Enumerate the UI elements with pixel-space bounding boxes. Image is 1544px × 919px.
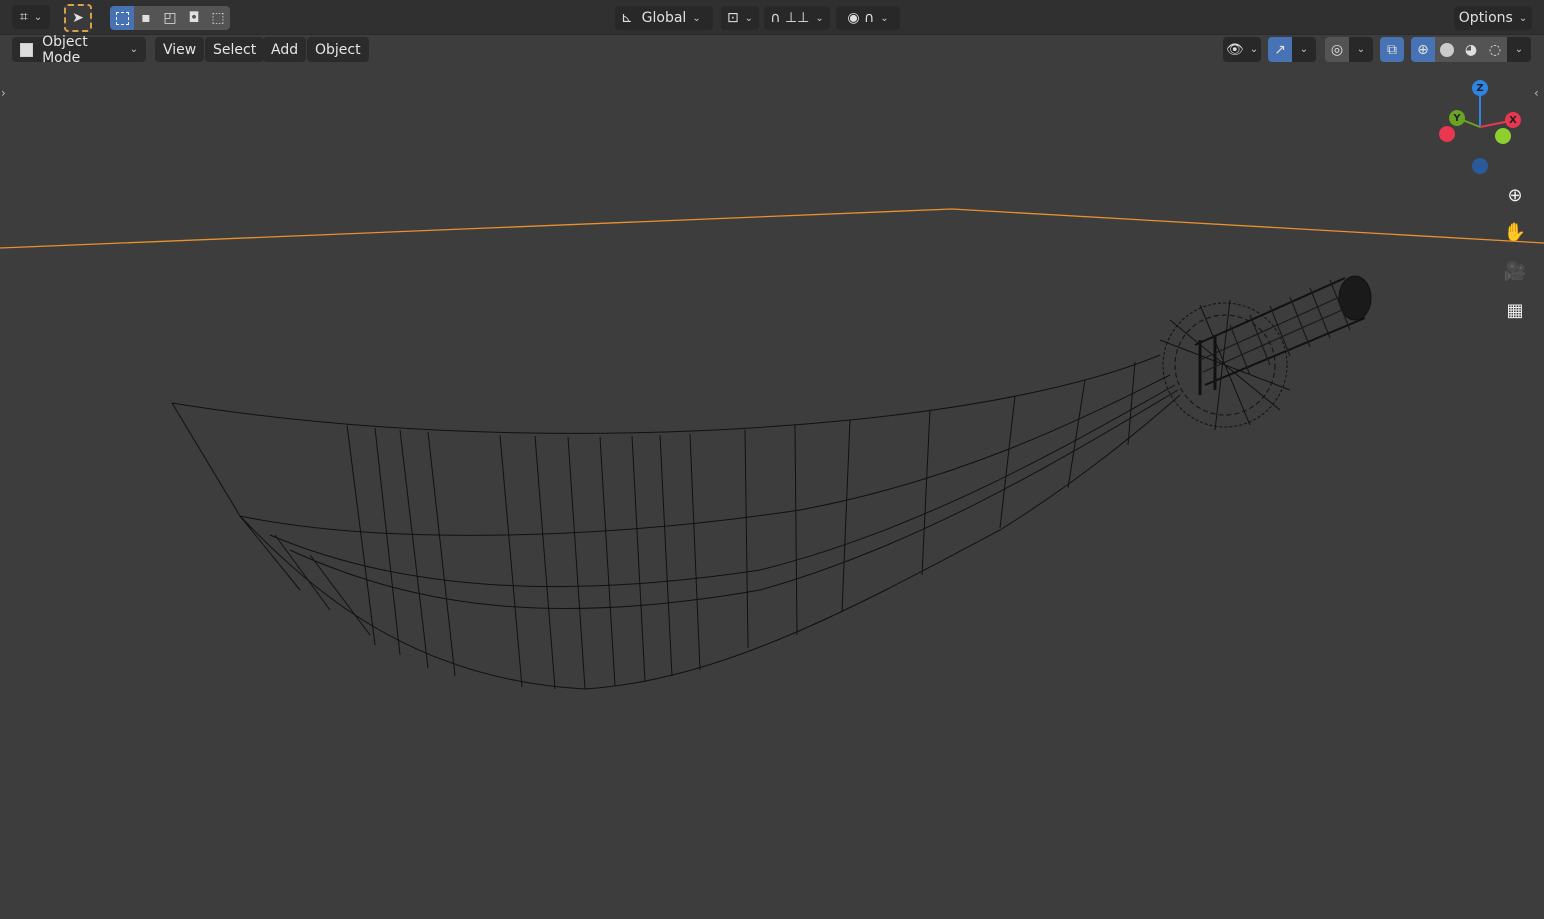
- perspective-toggle-button[interactable]: ▦: [1499, 294, 1531, 326]
- gizmo-neg-y-axis[interactable]: [1495, 128, 1511, 144]
- axis-gizmo: [1459, 92, 1511, 128]
- viewport-canvas[interactable]: [0, 0, 1544, 919]
- blade-wireframe: [171, 354, 1181, 690]
- zoom-button[interactable]: ⊕: [1499, 179, 1531, 211]
- hand-icon: ✋: [1503, 221, 1527, 243]
- gizmo-y-axis[interactable]: Y: [1449, 110, 1465, 126]
- gizmo-neg-z-axis[interactable]: [1472, 158, 1488, 174]
- camera-view-button[interactable]: 🎥: [1499, 255, 1531, 287]
- camera-icon: 🎥: [1503, 260, 1527, 282]
- pan-button[interactable]: ✋: [1499, 216, 1531, 248]
- zoom-icon: ⊕: [1507, 184, 1523, 206]
- gizmo-neg-x-axis[interactable]: [1439, 126, 1455, 142]
- grid-icon: ▦: [1506, 299, 1524, 321]
- hilt-wireframe: [1159, 275, 1372, 431]
- selected-plane-outline: [0, 208, 1544, 249]
- gizmo-z-axis[interactable]: Z: [1472, 80, 1488, 96]
- gizmo-x-axis[interactable]: X: [1505, 112, 1521, 128]
